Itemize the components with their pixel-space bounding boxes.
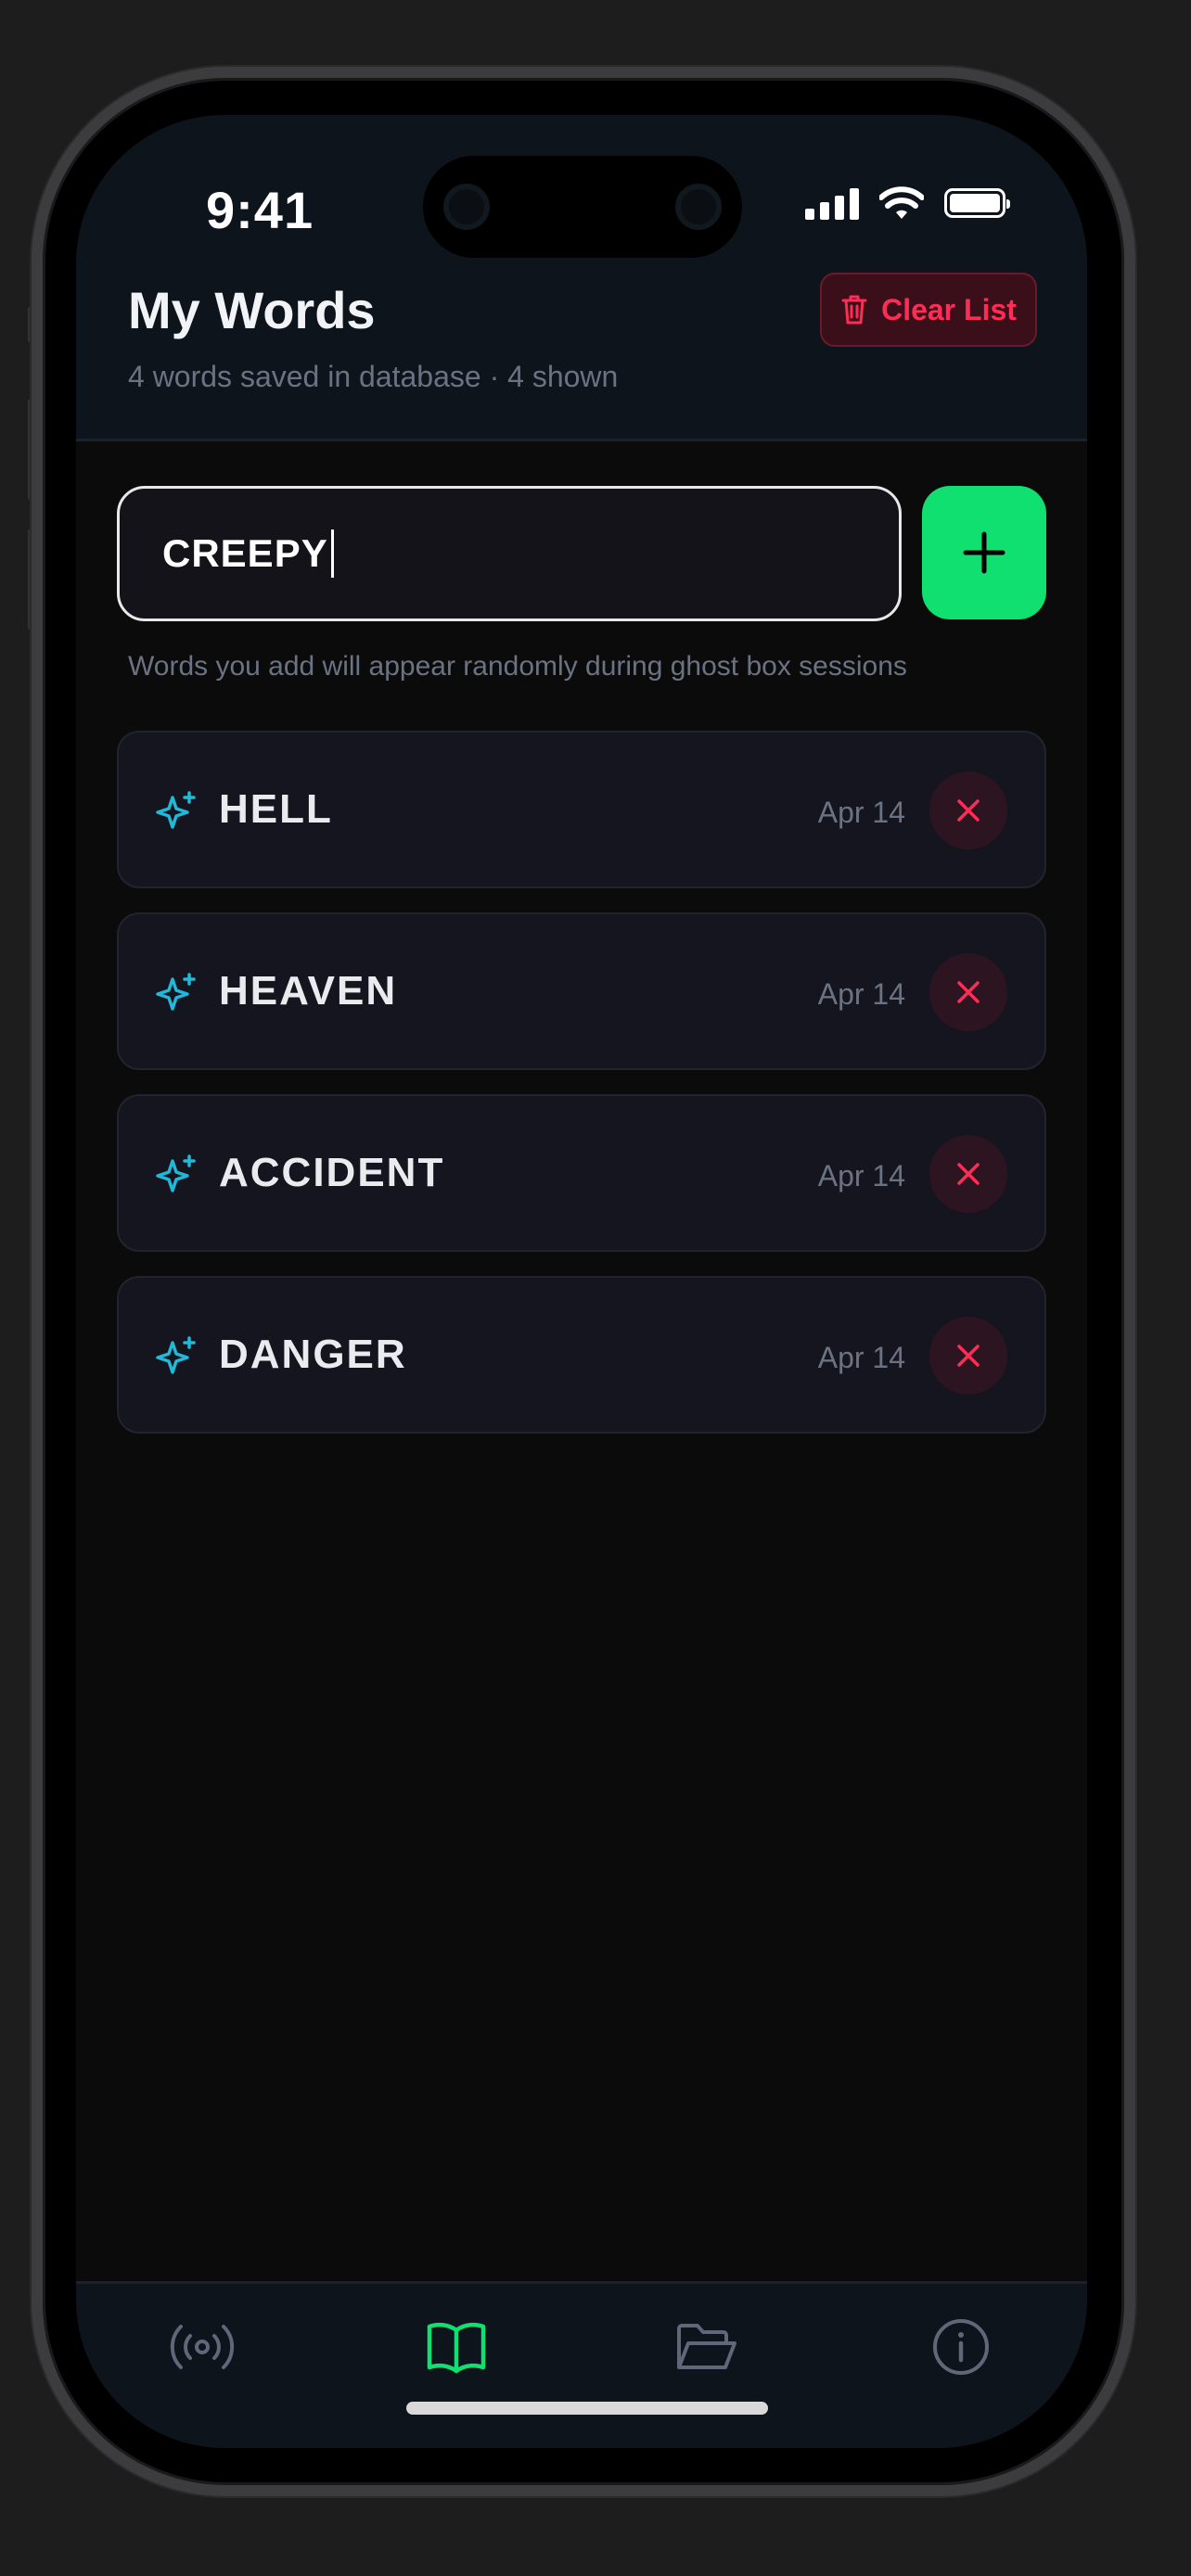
delete-word-button[interactable]	[929, 772, 1007, 849]
sparkle-icon	[156, 1154, 196, 1192]
word-date: Apr 14	[817, 1159, 905, 1192]
word-input-value: CREEPY	[162, 531, 328, 575]
word-text: DANGER	[219, 1332, 407, 1377]
word-date: Apr 14	[817, 1341, 905, 1374]
word-item: DANGER Apr 14	[117, 1276, 1046, 1434]
battery-icon	[944, 188, 1010, 218]
close-icon	[957, 981, 980, 1003]
info-icon	[933, 2319, 989, 2375]
plus-icon	[963, 531, 1005, 574]
dynamic-island	[423, 156, 742, 258]
page-subtitle: 4 words saved in database · 4 shown	[128, 360, 619, 393]
word-text: HEAVEN	[219, 968, 398, 1014]
word-item: HELL Apr 14	[117, 731, 1046, 888]
sparkle-icon	[156, 791, 196, 829]
clear-list-label: Clear List	[881, 292, 1017, 326]
word-text: HELL	[219, 786, 333, 832]
tab-sessions[interactable]	[670, 2310, 744, 2384]
word-date: Apr 14	[817, 796, 905, 829]
status-time: 9:41	[206, 181, 314, 239]
text-caret	[330, 529, 334, 578]
wifi-icon	[879, 186, 924, 219]
word-input[interactable]: CREEPY	[117, 486, 902, 621]
trash-icon	[841, 295, 867, 325]
header: 9:41 My Words 4 words saved in database …	[76, 115, 1087, 441]
tab-info[interactable]	[924, 2310, 998, 2384]
word-text: ACCIDENT	[219, 1150, 445, 1195]
tab-live[interactable]	[165, 2310, 239, 2384]
phone-screen: 9:41 My Words 4 words saved in database …	[76, 115, 1087, 2448]
open-book-icon	[427, 2322, 486, 2374]
delete-word-button[interactable]	[929, 1317, 1007, 1395]
folder-open-icon	[677, 2324, 736, 2369]
camera-icon	[443, 184, 490, 230]
input-hint: Words you add will appear randomly durin…	[128, 651, 907, 682]
clear-list-button[interactable]: Clear List	[820, 273, 1037, 347]
cellular-signal-icon	[805, 186, 859, 220]
page-title: My Words	[128, 281, 376, 339]
word-item: ACCIDENT Apr 14	[117, 1094, 1046, 1252]
add-word-button[interactable]	[922, 486, 1046, 619]
word-list: HELL Apr 14 HEAVEN Apr 14 ACCIDENT Apr 1…	[117, 731, 1046, 1458]
delete-word-button[interactable]	[929, 953, 1007, 1031]
close-icon	[957, 799, 980, 822]
status-icons	[805, 180, 1010, 226]
sparkle-icon	[156, 1336, 196, 1374]
close-icon	[957, 1345, 980, 1367]
delete-word-button[interactable]	[929, 1135, 1007, 1213]
home-indicator[interactable]	[406, 2402, 768, 2415]
sparkle-icon	[156, 973, 196, 1011]
close-icon	[957, 1163, 980, 1185]
radio-broadcast-icon	[170, 2325, 235, 2369]
tab-bar	[76, 2281, 1087, 2448]
tab-words[interactable]	[419, 2310, 493, 2384]
word-date: Apr 14	[817, 977, 905, 1011]
word-item: HEAVEN Apr 14	[117, 912, 1046, 1070]
sensor-icon	[675, 184, 722, 230]
